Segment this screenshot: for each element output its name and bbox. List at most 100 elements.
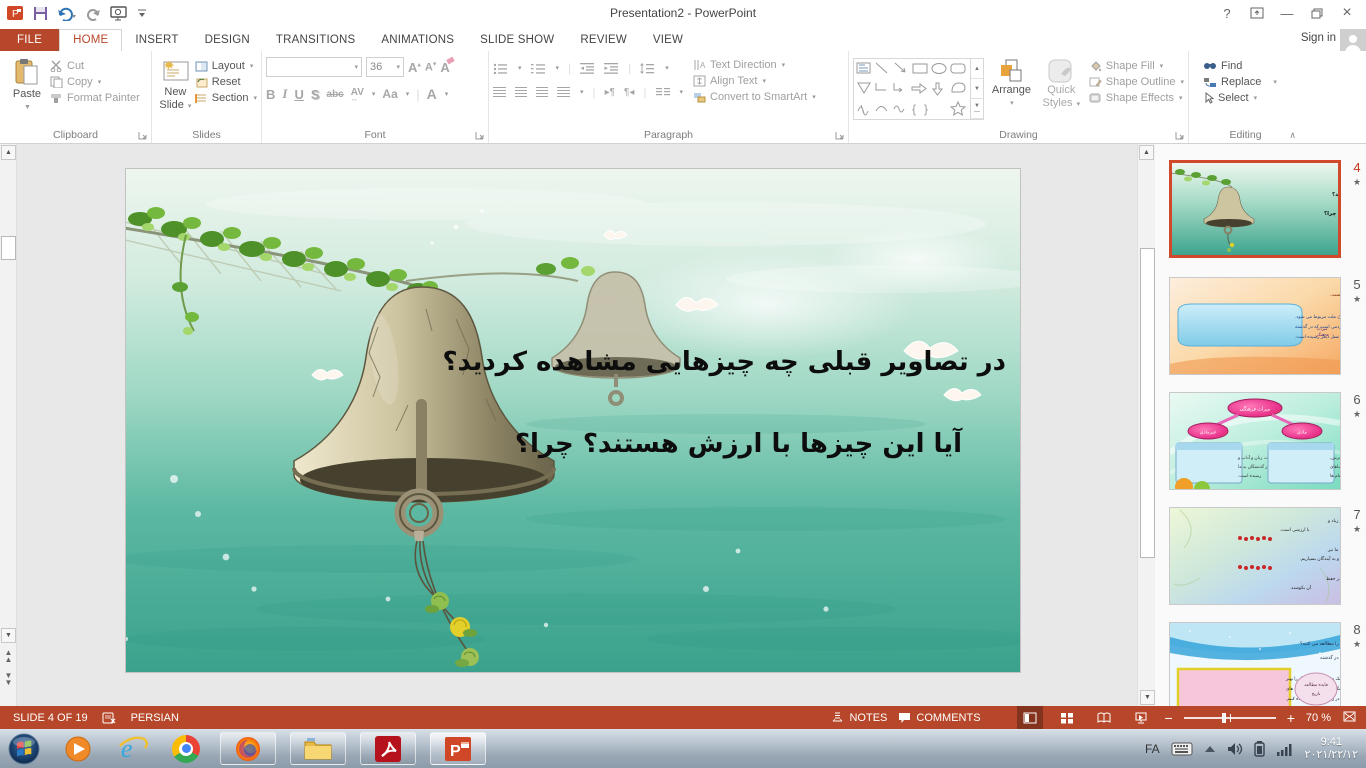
line-spacing-button[interactable]: [640, 63, 655, 74]
increase-indent-button[interactable]: [604, 63, 619, 74]
scroll-up-arrow[interactable]: ▲: [1, 145, 16, 160]
replace-button[interactable]: Replace▾: [1203, 76, 1298, 88]
tab-file[interactable]: FILE: [0, 29, 59, 51]
thumb-scroll-up-arrow[interactable]: ▲: [1139, 145, 1154, 160]
justify-button[interactable]: [557, 87, 570, 97]
underline-button[interactable]: U: [294, 87, 303, 102]
show-hidden-icons-button[interactable]: [1204, 745, 1216, 753]
change-case-button[interactable]: Aa: [382, 87, 397, 101]
tab-insert[interactable]: INSERT: [122, 30, 191, 51]
powerpoint-taskbar-button[interactable]: P: [430, 732, 486, 765]
strikethrough-button[interactable]: abc: [327, 89, 344, 100]
chrome-icon[interactable]: [166, 735, 206, 763]
tab-design[interactable]: DESIGN: [192, 30, 263, 51]
numbering-button[interactable]: [531, 63, 546, 74]
tab-animations[interactable]: ANIMATIONS: [368, 30, 467, 51]
tab-view[interactable]: VIEW: [640, 30, 696, 51]
bold-button[interactable]: B: [266, 87, 275, 102]
slide-thumbnail-7[interactable]: ایران جایگاه تمدن های کهن بوده است و دار…: [1169, 507, 1341, 605]
shapes-gallery-scroll[interactable]: ▲▼▼—: [970, 59, 983, 119]
firefox-taskbar-button[interactable]: [220, 732, 276, 765]
tab-home[interactable]: HOME: [59, 29, 122, 51]
slide-thumbnail-4[interactable]: در تصاویر قبلی چه چیزهایی مشاهده کردید؟ …: [1169, 160, 1341, 258]
character-spacing-button[interactable]: AV↔: [351, 87, 364, 101]
slide-thumbnail-8[interactable]: چه کسانی گذشته را مطالعه می کنند؟ علم تا…: [1169, 622, 1341, 706]
cut-button[interactable]: Cut: [50, 60, 140, 72]
format-painter-button[interactable]: Format Painter: [50, 92, 140, 104]
drawing-dialog-launcher[interactable]: [1175, 131, 1185, 141]
rtl-text-direction-button[interactable]: ¶◂: [624, 87, 634, 98]
align-text-button[interactable]: Align Text▾: [693, 75, 816, 87]
help-button[interactable]: ?: [1212, 0, 1242, 26]
text-direction-button[interactable]: A Text Direction▾: [693, 59, 816, 71]
keyboard-icon[interactable]: [1171, 742, 1193, 756]
ribbon-display-options-button[interactable]: [1242, 0, 1272, 26]
font-size-combobox[interactable]: 36▾: [366, 57, 404, 77]
clipboard-dialog-launcher[interactable]: [138, 131, 148, 141]
language-indicator[interactable]: PERSIAN: [131, 712, 179, 724]
slide-thumbnail-5[interactable]: میراث فرهنگی چیزی که از گذشتگان و نیاکان…: [1169, 277, 1341, 375]
reset-button[interactable]: Reset: [195, 76, 257, 88]
align-right-button[interactable]: [536, 87, 548, 97]
scroll-thumb[interactable]: [1, 236, 16, 260]
restore-button[interactable]: [1302, 0, 1332, 26]
internet-explorer-icon[interactable]: e: [112, 733, 152, 765]
slide-scrollbar[interactable]: ▲ ▼ ▲▲ ▼▼: [0, 144, 17, 706]
tab-review[interactable]: REVIEW: [567, 30, 640, 51]
shape-fill-button[interactable]: Shape Fill▾: [1089, 60, 1184, 72]
new-slide-button[interactable]: New Slide ▾: [156, 54, 195, 113]
columns-button[interactable]: [656, 87, 670, 97]
decrease-font-size-button[interactable]: A▾: [425, 60, 436, 74]
scroll-down-arrow[interactable]: ▼: [1, 628, 16, 643]
slide-thumbnail-6[interactable]: میراث فرهنگی غیرمادی مادی اعتقادات، زبان…: [1169, 392, 1341, 490]
layout-button[interactable]: Layout▾: [195, 60, 257, 72]
file-explorer-taskbar-button[interactable]: [290, 732, 346, 765]
increase-font-size-button[interactable]: A▴: [408, 60, 421, 75]
paragraph-dialog-launcher[interactable]: [835, 131, 845, 141]
zoom-out-button[interactable]: −: [1165, 710, 1173, 726]
slideshow-view-button[interactable]: [1128, 706, 1154, 729]
clear-formatting-button[interactable]: A: [440, 60, 449, 75]
font-dialog-launcher[interactable]: [475, 131, 485, 141]
fit-slide-to-window-button[interactable]: [1342, 710, 1357, 726]
sign-in-link[interactable]: Sign in: [1301, 32, 1336, 44]
decrease-indent-button[interactable]: [580, 63, 595, 74]
slide-canvas[interactable]: در تصاویر قبلی چه چیزهایی مشاهده کردید؟ …: [126, 169, 1020, 672]
italic-button[interactable]: I: [282, 86, 287, 102]
volume-icon[interactable]: [1227, 742, 1243, 756]
text-shadow-button[interactable]: S: [311, 87, 320, 102]
slide-text-line2[interactable]: آیا این چیزها با ارزش هستند؟ چرا؟: [515, 429, 962, 459]
zoom-slider-thumb[interactable]: [1222, 713, 1226, 723]
thumb-scroll-thumb[interactable]: [1140, 248, 1155, 558]
close-button[interactable]: ×: [1332, 0, 1362, 26]
section-button[interactable]: Section▾: [195, 92, 257, 104]
copy-button[interactable]: Copy▾: [50, 76, 140, 88]
convert-to-smartart-button[interactable]: Convert to SmartArt▾: [693, 91, 816, 103]
comments-button[interactable]: COMMENTS: [898, 712, 980, 724]
ltr-text-direction-button[interactable]: ▸¶: [605, 87, 615, 98]
thumbnail-scrollbar[interactable]: ▲ ▼: [1137, 144, 1155, 706]
paste-button[interactable]: Paste ▼: [4, 54, 50, 114]
shapes-gallery[interactable]: { } ▲▼▼—: [853, 58, 984, 120]
font-color-button[interactable]: A: [427, 86, 437, 102]
next-slide-button[interactable]: ▼▼: [2, 672, 15, 686]
reading-view-button[interactable]: [1091, 706, 1117, 729]
bullets-button[interactable]: [493, 63, 508, 74]
font-name-combobox[interactable]: ▾: [266, 57, 362, 77]
quick-styles-button[interactable]: Quick Styles ▾: [1039, 54, 1084, 120]
shape-effects-button[interactable]: Shape Effects▾: [1089, 92, 1184, 104]
zoom-slider[interactable]: [1184, 717, 1276, 719]
align-center-button[interactable]: [515, 87, 527, 97]
zoom-level[interactable]: 70 %: [1306, 712, 1331, 724]
normal-view-button[interactable]: [1017, 706, 1043, 729]
minimize-button[interactable]: —: [1272, 0, 1302, 26]
notes-button[interactable]: NOTES: [831, 712, 887, 724]
clock[interactable]: 9:41 ۲۰۲۱/۲۲/۱۲: [1305, 736, 1358, 762]
avatar[interactable]: [1340, 29, 1366, 51]
adobe-acrobat-taskbar-button[interactable]: [360, 732, 416, 765]
shape-outline-button[interactable]: Shape Outline▾: [1089, 76, 1184, 88]
arrange-button[interactable]: Arrange ▾: [989, 54, 1034, 120]
select-button[interactable]: Select▾: [1203, 92, 1298, 104]
battery-icon[interactable]: [1254, 741, 1265, 757]
previous-slide-button[interactable]: ▲▲: [2, 649, 15, 663]
